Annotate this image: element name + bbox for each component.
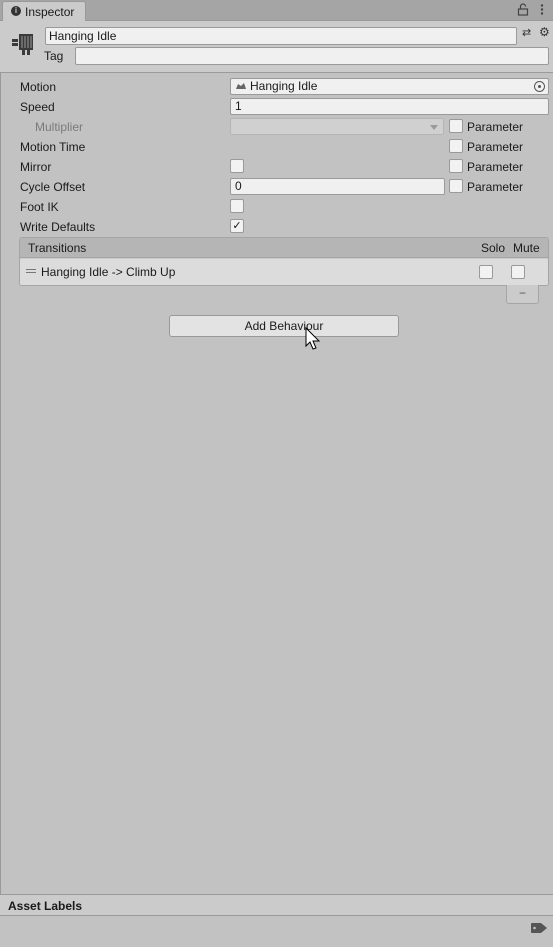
solo-column-label: Solo	[481, 241, 506, 255]
object-picker-icon[interactable]	[534, 81, 545, 92]
transition-solo-checkbox[interactable]	[479, 265, 493, 279]
write-defaults-label: Write Defaults	[20, 220, 96, 234]
more-options-icon[interactable]	[537, 3, 547, 16]
mirror-parameter-label: Parameter	[467, 160, 524, 174]
cycle-offset-parameter-checkbox[interactable]	[449, 179, 463, 193]
cycle-offset-field[interactable]: 0	[230, 178, 445, 195]
mirror-label: Mirror	[20, 160, 52, 174]
asset-labels-area	[0, 916, 553, 947]
info-icon: i	[11, 6, 21, 16]
remove-transition-button[interactable]: −	[506, 285, 539, 304]
mirror-checkbox[interactable]	[230, 159, 244, 173]
motion-time-parameter-label: Parameter	[467, 140, 524, 154]
cycle-offset-parameter-label: Parameter	[467, 180, 524, 194]
multiplier-parameter-label: Parameter	[467, 120, 524, 134]
motion-value: Hanging Idle	[250, 79, 318, 93]
preset-icon[interactable]: ⇄	[522, 27, 534, 39]
tag-label: Tag	[44, 49, 64, 63]
motion-time-label: Motion Time	[20, 140, 86, 154]
multiplier-parameter-checkbox[interactable]	[449, 119, 463, 133]
name-field[interactable]: Hanging Idle	[45, 27, 517, 45]
mute-column-label: Mute	[513, 241, 540, 255]
transition-mute-checkbox[interactable]	[511, 265, 525, 279]
speed-label: Speed	[20, 100, 55, 114]
transition-row[interactable]: Hanging Idle -> Climb Up	[20, 259, 548, 285]
multiplier-label: Multiplier	[35, 120, 84, 134]
transition-label: Hanging Idle -> Climb Up	[41, 265, 176, 279]
transitions-title: Transitions	[28, 241, 87, 255]
add-behaviour-button[interactable]: Add Behaviour	[169, 315, 399, 337]
foot-ik-checkbox[interactable]	[230, 199, 244, 213]
write-defaults-checkbox[interactable]: ✓	[230, 219, 244, 233]
cycle-offset-label: Cycle Offset	[20, 180, 86, 194]
tag-field[interactable]	[75, 47, 549, 65]
tab-inspector[interactable]: i Inspector	[2, 1, 86, 21]
window-border	[0, 21, 1, 947]
mirror-parameter-checkbox[interactable]	[449, 159, 463, 173]
motion-field[interactable]: Hanging Idle	[230, 78, 549, 95]
motion-label: Motion	[20, 80, 57, 94]
checkmark-icon: ✓	[232, 220, 242, 232]
transitions-list: Transitions Solo Mute Hanging Idle -> Cl…	[19, 237, 549, 286]
speed-field[interactable]: 1	[230, 98, 549, 115]
gear-icon[interactable]: ⚙	[539, 26, 551, 38]
tab-label: Inspector	[25, 5, 75, 19]
asset-labels-title: Asset Labels	[8, 899, 83, 913]
animation-clip-icon	[236, 83, 246, 89]
transitions-header: Transitions Solo Mute	[20, 238, 548, 258]
tab-bar: i Inspector	[0, 0, 553, 21]
label-tag-icon[interactable]	[530, 922, 548, 934]
asset-labels-bar: Asset Labels	[0, 894, 553, 916]
foot-ik-label: Foot IK	[20, 200, 59, 214]
mouse-cursor-icon	[305, 327, 321, 350]
animator-state-icon	[12, 34, 33, 55]
lock-icon[interactable]	[517, 3, 529, 16]
chevron-down-icon	[430, 125, 438, 130]
drag-handle-icon[interactable]	[26, 269, 36, 273]
motion-time-parameter-checkbox[interactable]	[449, 139, 463, 153]
inspector-header: Hanging Idle ⇄ ⚙ Tag	[0, 21, 553, 73]
multiplier-dropdown	[230, 118, 444, 135]
